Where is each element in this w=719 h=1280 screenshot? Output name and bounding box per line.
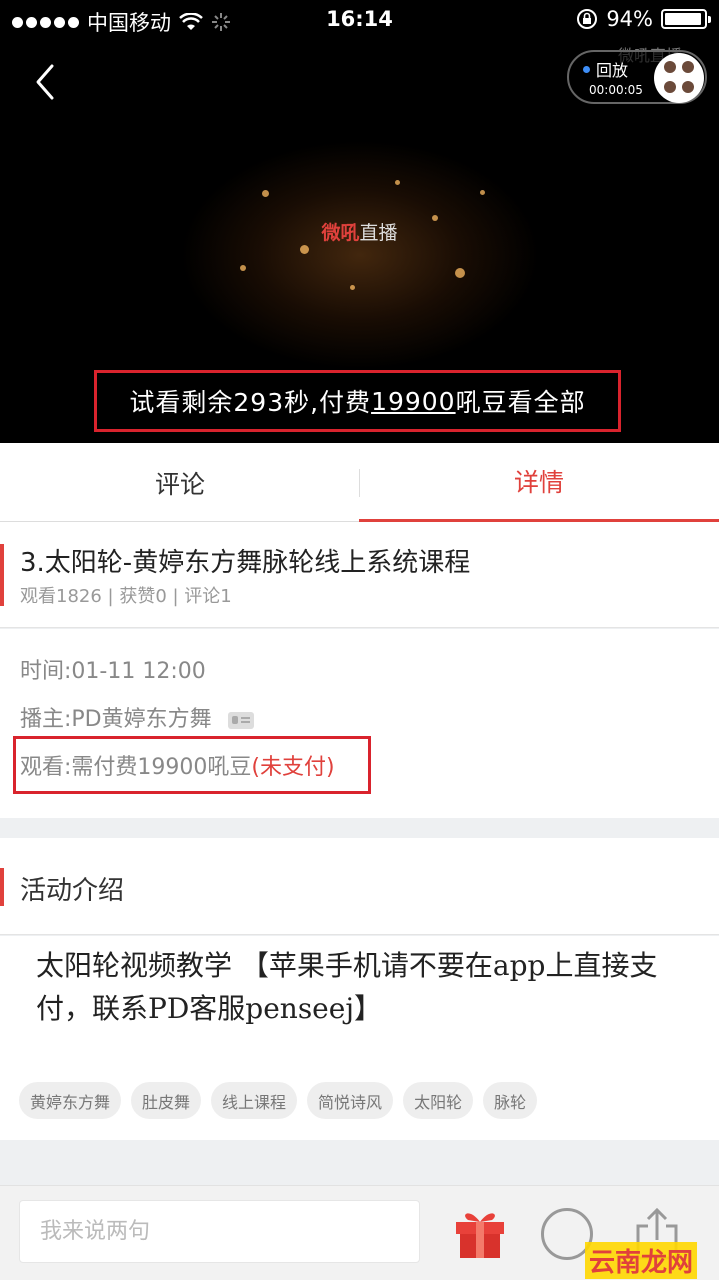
activity-heading: 活动介绍 (20, 876, 125, 906)
event-title: 3.太阳轮-黄婷东方舞脉轮线上系统课程 (20, 548, 471, 578)
trial-suffix: 吼豆看全部 (455, 388, 586, 417)
event-fee-row: 观看:需付费19900吼豆(未支付) (20, 749, 335, 781)
status-right: 94% (576, 7, 711, 31)
tag-chip[interactable]: 简悦诗风 (307, 1082, 394, 1119)
accent-bar (0, 544, 4, 606)
tab-details[interactable]: 详情 (359, 443, 719, 522)
event-time: 时间:01-11 12:00 (20, 659, 206, 684)
accent-bar (0, 868, 4, 906)
trial-notice[interactable]: 试看剩余293秒,付费 19900 吼豆看全部 (94, 370, 621, 432)
replay-label: 回放 (596, 61, 629, 80)
pay-status: (未支付) (251, 755, 335, 780)
battery-percent: 94% (606, 7, 653, 31)
site-watermark-logo: 云南龙网 (585, 1242, 698, 1279)
video-logo: 微吼直播 (321, 222, 398, 244)
id-card-icon[interactable] (227, 711, 254, 729)
tag-chip[interactable]: 黄婷东方舞 (19, 1082, 122, 1119)
tag-list: 黄婷东方舞 肚皮舞 线上课程 简悦诗风 太阳轮 脉轮 (19, 1082, 538, 1119)
event-header: 3.太阳轮-黄婷东方舞脉轮线上系统课程 观看1826 | 获赞0 | 评论1 (0, 522, 719, 628)
bottom-bar: 云南龙网 (0, 1185, 719, 1280)
video-glow (180, 140, 540, 370)
event-host: 播主:PD黄婷东方舞 (20, 707, 212, 732)
tag-chip[interactable]: 脉轮 (483, 1082, 538, 1119)
event-info: 时间:01-11 12:00 播主:PD黄婷东方舞 观看:需付费19900吼豆(… (0, 629, 719, 818)
host-avatar[interactable] (654, 53, 704, 103)
gift-icon (456, 1213, 504, 1258)
tag-chip[interactable]: 太阳轮 (403, 1082, 474, 1119)
tag-chip[interactable]: 线上课程 (211, 1082, 298, 1119)
trial-amount: 19900 (371, 386, 456, 416)
event-host-row: 播主:PD黄婷东方舞 (20, 701, 254, 733)
event-stats: 观看1826 | 获赞0 | 评论1 (20, 586, 232, 607)
back-button[interactable] (28, 60, 68, 104)
battery-level (665, 13, 701, 25)
gift-button[interactable] (452, 1204, 508, 1260)
replay-time: 00:00:05 (589, 83, 643, 97)
rotation-lock-icon (577, 9, 598, 29)
chevron-left-icon (36, 64, 54, 100)
replay-badge[interactable]: 回放 00:00:05 (567, 50, 707, 104)
live-dot-icon (583, 65, 590, 73)
activity-body: 太阳轮视频教学 【苹果手机请不要在app上直接支付，联系PD客服penseej】… (0, 936, 719, 1140)
activity-description: 太阳轮视频教学 【苹果手机请不要在app上直接支付，联系PD客服penseej】 (36, 949, 658, 1025)
tag-chip[interactable]: 肚皮舞 (131, 1082, 202, 1119)
event-fee: 观看:需付费19900吼豆 (20, 755, 252, 780)
battery-icon (661, 9, 711, 29)
comment-input[interactable] (19, 1200, 420, 1263)
status-bar: 中国移动 16:14 94% (0, 0, 719, 40)
tab-bar: 评论 详情 (0, 443, 719, 522)
activity-header: 活动介绍 (0, 838, 719, 935)
trial-prefix: 试看剩余293秒,付费 (129, 388, 372, 417)
tab-comments[interactable]: 评论 (0, 443, 360, 522)
video-player[interactable]: 微吼直播 微吼直播 回放 00:00:05 试看剩余293秒,付费19900吼豆… (0, 40, 719, 443)
